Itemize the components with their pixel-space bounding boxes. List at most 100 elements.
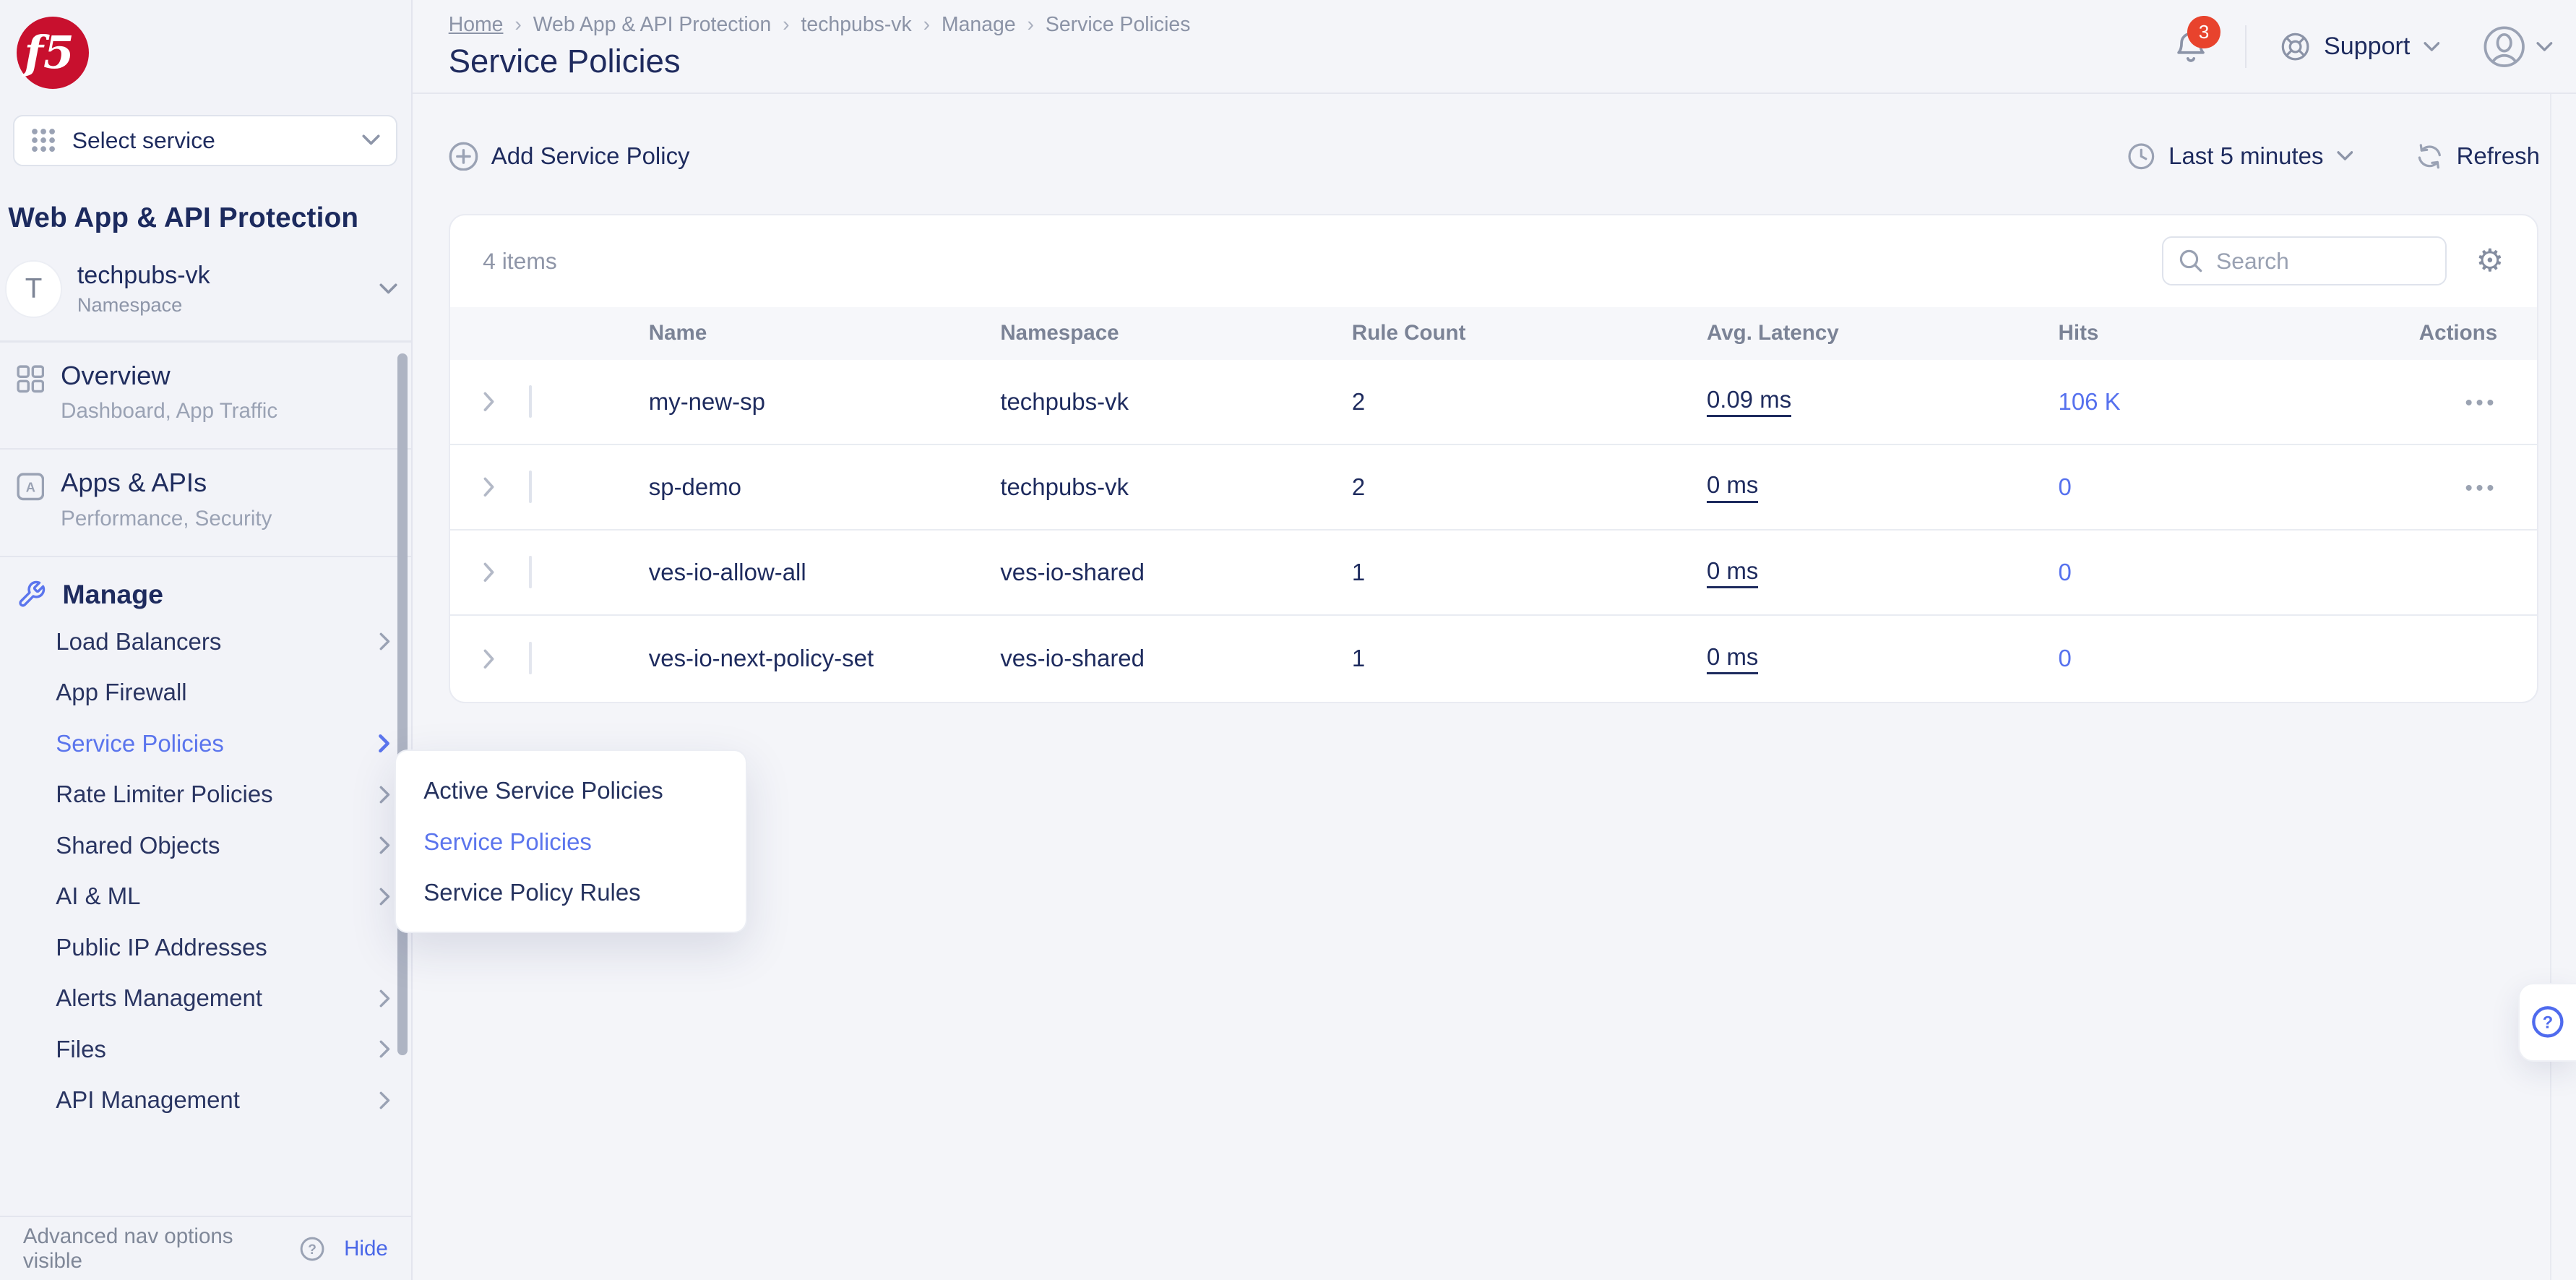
expand-row-icon[interactable] xyxy=(483,391,509,413)
cell-namespace: techpubs-vk xyxy=(1000,388,1352,416)
sidebar-item-ai-ml[interactable]: AI & ML xyxy=(0,871,411,922)
cell-name: ves-io-next-policy-set xyxy=(649,645,1001,672)
namespace-selector[interactable]: T techpubs-vk Namespace xyxy=(5,260,398,318)
select-service-dropdown[interactable]: Select service xyxy=(13,115,397,166)
nav-item-label: AI & ML xyxy=(56,882,379,910)
row-actions-menu-icon[interactable]: ••• xyxy=(2465,476,2497,500)
support-label: Support xyxy=(2324,33,2410,61)
nav-item-label: Load Balancers xyxy=(56,628,379,656)
service-policies-table-card: 4 items ⚙ Name Namespace Rule Count Avg.… xyxy=(449,214,2538,703)
breadcrumb-waap[interactable]: Web App & API Protection xyxy=(533,13,772,37)
sidebar-item-public-ip-addresses[interactable]: Public IP Addresses xyxy=(0,922,411,973)
flyout-item-active-service-policies[interactable]: Active Service Policies xyxy=(396,765,746,816)
hits-link[interactable]: 0 xyxy=(2059,473,2411,501)
time-range-dropdown[interactable]: Last 5 minutes xyxy=(2127,142,2353,171)
sidebar-item-overview[interactable]: Overview Dashboard, App Traffic xyxy=(0,343,411,445)
sidebar-item-apps-apis[interactable]: A Apps & APIs Performance, Security xyxy=(0,450,411,552)
search-input[interactable] xyxy=(2216,248,2430,275)
hide-nav-link[interactable]: Hide xyxy=(344,1237,388,1261)
chevron-down-icon xyxy=(2424,41,2440,53)
add-service-policy-label: Add Service Policy xyxy=(491,142,690,170)
cell-rule-count: 1 xyxy=(1352,645,1707,672)
time-range-label: Last 5 minutes xyxy=(2168,142,2323,170)
apps-apis-sublabel: Performance, Security xyxy=(61,507,272,531)
table-row: my-new-sp techpubs-vk 2 0.09 ms 106 K ••… xyxy=(450,360,2537,445)
advanced-nav-label: Advanced nav options visible xyxy=(23,1224,290,1273)
expand-row-icon[interactable] xyxy=(483,562,509,583)
cell-namespace: ves-io-shared xyxy=(1000,645,1352,672)
cell-name: sp-demo xyxy=(649,473,1001,501)
sidebar-item-app-firewall[interactable]: App Firewall xyxy=(0,667,411,718)
service-policies-flyout: Active Service Policies Service Policies… xyxy=(395,749,748,934)
chevron-right-icon xyxy=(379,632,391,650)
breadcrumb-home[interactable]: Home xyxy=(449,13,504,37)
column-header-namespace[interactable]: Namespace xyxy=(1000,321,1352,345)
gear-icon[interactable]: ⚙ xyxy=(2476,246,2504,277)
divider xyxy=(2245,25,2247,68)
refresh-label: Refresh xyxy=(2457,142,2540,170)
apps-grid-icon xyxy=(31,128,56,153)
svg-text:?: ? xyxy=(2543,1013,2554,1033)
chevron-separator: › xyxy=(514,13,521,37)
refresh-icon xyxy=(2416,142,2444,171)
expand-row-icon[interactable] xyxy=(483,476,509,498)
avg-latency-link[interactable]: 0 ms xyxy=(1707,643,1758,674)
breadcrumb-namespace[interactable]: techpubs-vk xyxy=(801,13,912,37)
column-header-rule-count[interactable]: Rule Count xyxy=(1352,321,1707,345)
table-row: sp-demo techpubs-vk 2 0 ms 0 ••• xyxy=(450,445,2537,531)
avg-latency-link[interactable]: 0 ms xyxy=(1707,557,1758,588)
top-bar: Home › Web App & API Protection › techpu… xyxy=(413,0,2576,94)
sidebar-footer: Advanced nav options visible ? Hide xyxy=(0,1216,411,1280)
sidebar-item-rate-limiter-policies[interactable]: Rate Limiter Policies xyxy=(0,769,411,820)
breadcrumb-manage[interactable]: Manage xyxy=(942,13,1016,37)
cell-rule-count: 2 xyxy=(1352,473,1707,501)
flyout-item-service-policy-rules[interactable]: Service Policy Rules xyxy=(396,867,746,918)
namespace-avatar: T xyxy=(5,260,63,318)
column-header-name[interactable]: Name xyxy=(649,321,1001,345)
f5-logo[interactable]: f5 xyxy=(17,17,89,89)
row-actions-menu-icon[interactable]: ••• xyxy=(2465,391,2497,415)
account-menu[interactable] xyxy=(2482,25,2553,69)
page-scroll-track xyxy=(2550,94,2551,1280)
cell-rule-count: 1 xyxy=(1352,559,1707,586)
hits-link[interactable]: 0 xyxy=(2059,559,2411,586)
sidebar-item-files[interactable]: Files xyxy=(0,1023,411,1074)
chevron-down-icon xyxy=(2536,41,2553,53)
add-service-policy-button[interactable]: Add Service Policy xyxy=(449,142,690,171)
help-circle-icon[interactable]: ? xyxy=(300,1237,324,1261)
flyout-item-service-policies[interactable]: Service Policies xyxy=(396,817,746,867)
chevron-separator: › xyxy=(1028,13,1034,37)
sidebar-item-load-balancers[interactable]: Load Balancers xyxy=(0,617,411,667)
hits-link[interactable]: 106 K xyxy=(2059,388,2411,416)
page-title: Service Policies xyxy=(449,43,681,80)
cell-namespace: ves-io-shared xyxy=(1000,559,1352,586)
sidebar-item-service-policies[interactable]: Service Policies xyxy=(0,718,411,769)
chevron-down-icon xyxy=(379,283,397,295)
overview-sublabel: Dashboard, App Traffic xyxy=(61,399,277,424)
chevron-down-icon xyxy=(2337,150,2353,162)
sidebar-item-shared-objects[interactable]: Shared Objects xyxy=(0,820,411,871)
column-header-avg-latency[interactable]: Avg. Latency xyxy=(1707,321,2059,345)
sidebar-item-alerts-management[interactable]: Alerts Management xyxy=(0,973,411,1023)
row-checkbox[interactable] xyxy=(529,471,532,503)
overview-label: Overview xyxy=(61,361,277,391)
row-checkbox[interactable] xyxy=(529,385,532,418)
expand-row-icon[interactable] xyxy=(483,648,509,670)
sidebar-scrollbar[interactable] xyxy=(397,353,408,1055)
refresh-button[interactable]: Refresh xyxy=(2416,142,2540,171)
svg-text:?: ? xyxy=(308,1242,316,1258)
support-menu[interactable]: Support xyxy=(2280,31,2440,62)
avg-latency-link[interactable]: 0 ms xyxy=(1707,471,1758,502)
hits-link[interactable]: 0 xyxy=(2059,645,2411,672)
chevron-right-icon xyxy=(379,888,391,906)
nav-item-label: Rate Limiter Policies xyxy=(56,781,379,808)
apps-apis-icon: A xyxy=(17,473,45,531)
sidebar: f5 Select service Web App & API Protecti… xyxy=(0,0,413,1280)
column-header-hits[interactable]: Hits xyxy=(2059,321,2411,345)
select-service-label: Select service xyxy=(72,127,362,154)
dashboard-grid-icon xyxy=(17,365,45,424)
sidebar-item-api-management[interactable]: API Management xyxy=(0,1075,411,1125)
avg-latency-link[interactable]: 0.09 ms xyxy=(1707,386,1791,417)
help-drawer-button[interactable]: ? xyxy=(2518,983,2576,1062)
notifications-button[interactable]: 3 xyxy=(2173,27,2209,67)
